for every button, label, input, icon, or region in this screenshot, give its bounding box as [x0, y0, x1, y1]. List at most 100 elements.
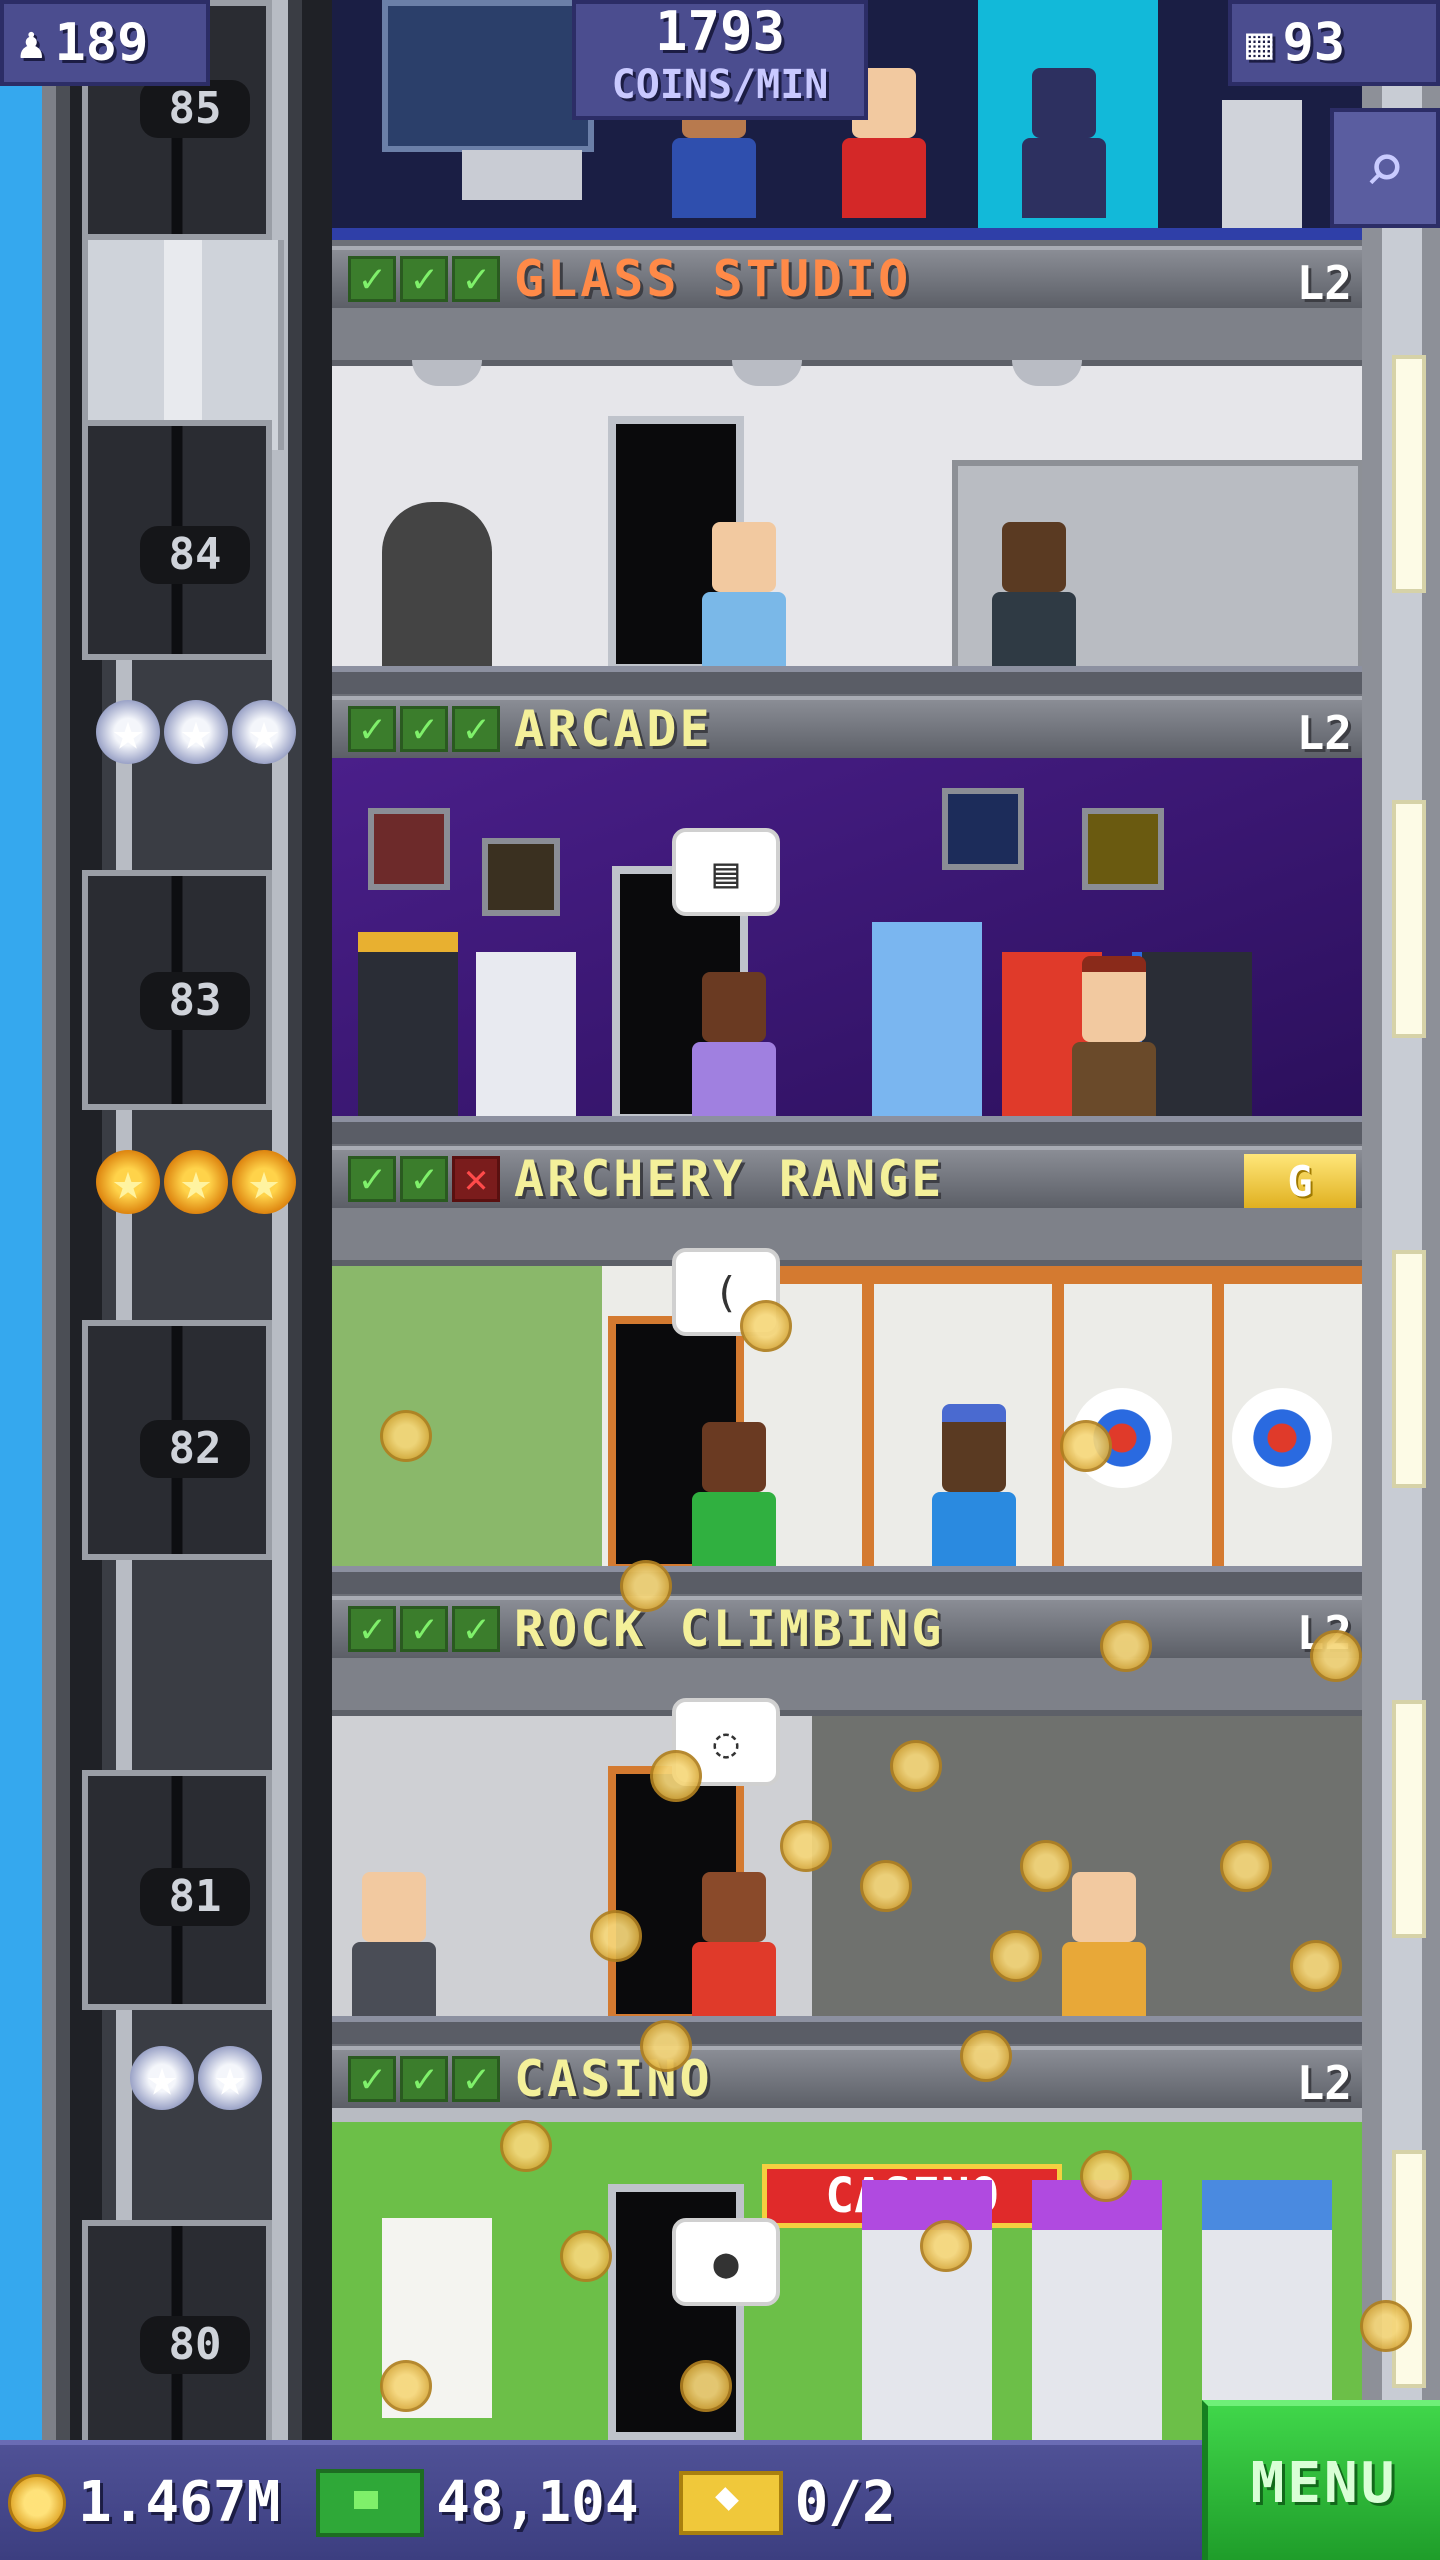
flying-coin[interactable] — [860, 1860, 912, 1912]
floor-casino[interactable]: ✓ ✓ ✓ CASINO L2 CASINO ● — [332, 2046, 1362, 2440]
population-counter[interactable]: ♟ 189 — [0, 0, 210, 86]
bow-icon: ( — [713, 1267, 739, 1317]
flying-coin[interactable] — [960, 2030, 1012, 2082]
ceiling-lamp — [412, 360, 482, 386]
floor-arcade[interactable]: ✓ ✓ ✓ ARCADE L2 ▤ — [332, 696, 1362, 1146]
tower-window — [1392, 1700, 1426, 1938]
visitor[interactable] — [692, 1422, 776, 1572]
worker[interactable] — [992, 522, 1076, 672]
worker[interactable] — [932, 1404, 1016, 1572]
request-bubble[interactable]: ▤ — [672, 828, 780, 916]
star-icon: ★ — [96, 1150, 160, 1214]
flying-coin[interactable] — [1220, 1840, 1272, 1892]
flying-coin[interactable] — [990, 1930, 1042, 1982]
flying-coin[interactable] — [740, 1300, 792, 1352]
stars-arcade: ★ ★ ★ — [96, 700, 296, 764]
worker[interactable] — [352, 1872, 436, 2022]
flying-coin[interactable] — [1360, 2300, 1412, 2352]
room-floor — [332, 666, 1362, 694]
tickets-value: 0/2 — [794, 2470, 896, 2535]
flying-coin[interactable] — [590, 1910, 642, 1962]
magnifier-icon: ⌕ — [1363, 127, 1407, 209]
floor-header[interactable]: ✓ ✓ ✓ CASINO L2 — [332, 2046, 1362, 2110]
ceiling — [332, 308, 1362, 366]
room-interior[interactable]: ▤ — [332, 758, 1362, 1144]
flying-coin[interactable] — [1100, 1620, 1152, 1672]
bux-value: 48,104 — [436, 2470, 639, 2535]
flying-coin[interactable] — [650, 1750, 702, 1802]
tenant-hero[interactable] — [1022, 68, 1106, 218]
floor-header[interactable]: ✓ ✓ ✓ GLASS STUDIO L2 — [332, 246, 1362, 310]
tower-window — [1392, 1250, 1426, 1488]
coins-per-minute-value: 1793 — [654, 0, 786, 63]
bux-cash-icon — [316, 2468, 425, 2537]
lane-divider — [1212, 1278, 1224, 1578]
worker[interactable] — [1062, 1872, 1146, 2022]
flying-coin[interactable] — [1290, 1940, 1342, 1992]
flying-coin[interactable] — [380, 2360, 432, 2412]
check-icon: ✓ — [452, 256, 500, 302]
stock-checks: ✓ ✓ ✓ — [348, 2056, 500, 2102]
check-icon: ✓ — [400, 1606, 448, 1652]
computer-terminal — [1222, 100, 1302, 228]
flying-coin[interactable] — [380, 1410, 432, 1462]
room-interior[interactable] — [332, 308, 1362, 694]
menu-button[interactable]: MENU — [1202, 2400, 1440, 2560]
claw-machine — [872, 922, 982, 1122]
stars-casino: ★ ★ — [130, 2046, 262, 2110]
tower-window — [1392, 800, 1426, 1038]
elevator-car[interactable] — [82, 240, 284, 450]
stock-checks: ✓ ✓ ✓ — [348, 706, 500, 752]
flying-coin[interactable] — [920, 2220, 972, 2272]
person-icon: ♟ — [18, 17, 45, 69]
worker[interactable] — [1072, 956, 1156, 1122]
cross-icon: ✕ — [452, 1156, 500, 1202]
flying-coin[interactable] — [780, 1820, 832, 1872]
arcade-icon: ▤ — [713, 847, 739, 897]
flying-coin[interactable] — [500, 2120, 552, 2172]
ceiling-lamp — [1012, 360, 1082, 386]
floor-rock-climbing[interactable]: ✓ ✓ ✓ ROCK CLIMBING L2 ◌ — [332, 1596, 1362, 2046]
coin-icon: ● — [713, 2237, 739, 2287]
floor-header[interactable]: ✓ ✓ ✕ ARCHERY RANGE G — [332, 1146, 1362, 1208]
floor-name: ARCADE — [514, 700, 713, 758]
floor-header[interactable]: ✓ ✓ ✓ ARCADE L2 — [332, 696, 1362, 760]
slot-machine — [1032, 2180, 1162, 2440]
visitor[interactable] — [692, 1872, 776, 2022]
floors-counter[interactable]: ▦ 93 — [1228, 0, 1440, 86]
tickets-display[interactable]: 0/2 — [678, 2470, 896, 2535]
request-bubble[interactable]: ● — [672, 2218, 780, 2306]
flying-coin[interactable] — [640, 2020, 692, 2072]
floor-level: L2 — [1296, 2056, 1352, 2110]
flying-coin[interactable] — [620, 1560, 672, 1612]
floor-number-80: 80 — [140, 2316, 250, 2374]
tower-window — [1392, 2150, 1426, 2388]
flying-coin[interactable] — [1020, 1840, 1072, 1892]
flying-coin[interactable] — [890, 1740, 942, 1792]
visitor[interactable] — [692, 972, 776, 1122]
worker[interactable] — [702, 522, 786, 672]
floor-glass-studio[interactable]: ✓ ✓ ✓ GLASS STUDIO L2 — [332, 246, 1362, 696]
arcade-cabinet — [476, 952, 576, 1122]
ceiling — [332, 1658, 1362, 1716]
wall-frame — [1082, 808, 1164, 890]
flying-coin[interactable] — [1080, 2150, 1132, 2202]
room-interior[interactable]: ◌ — [332, 1658, 1362, 2044]
room-floor — [332, 1116, 1362, 1144]
coins-per-minute[interactable]: 1793 COINS/MIN — [572, 0, 868, 120]
flying-coin[interactable] — [680, 2360, 732, 2412]
flying-coin[interactable] — [1060, 1420, 1112, 1472]
floor-header[interactable]: ✓ ✓ ✓ ROCK CLIMBING L2 — [332, 1596, 1362, 1660]
flying-coin[interactable] — [560, 2230, 612, 2282]
gold-upgrade-badge[interactable]: G — [1244, 1154, 1356, 1208]
wall-frame — [368, 808, 450, 890]
search-button[interactable]: ⌕ — [1330, 108, 1440, 228]
bux-display[interactable]: 48,104 — [316, 2468, 639, 2537]
flying-coin[interactable] — [1310, 1630, 1362, 1682]
floor-archery-range[interactable]: ✓ ✓ ✕ ARCHERY RANGE G ( — [332, 1146, 1362, 1596]
floor-number-83: 83 — [140, 972, 250, 1030]
room-interior[interactable]: CASINO ● — [332, 2108, 1362, 2440]
coins-display[interactable]: 1.467M — [8, 2470, 280, 2535]
stock-checks: ✓ ✓ ✓ — [348, 256, 500, 302]
room-interior[interactable]: ( — [332, 1208, 1362, 1594]
